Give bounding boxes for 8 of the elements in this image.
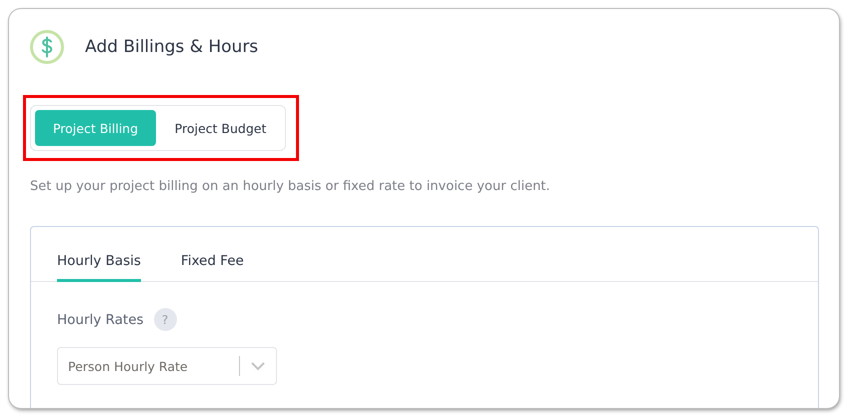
field-label: Hourly Rates — [57, 312, 144, 328]
tab[interactable]: Hourly Basis — [57, 253, 141, 282]
description-text: Set up your project billing on an hourly basis or fixed rate to invoice your client. — [29, 179, 552, 194]
rate-dropdown[interactable]: Person Hourly Rate — [57, 347, 277, 385]
tab[interactable]: Fixed Fee — [180, 253, 244, 282]
segment-button[interactable]: Project Budget — [160, 110, 281, 146]
dollar-icon — [29, 29, 65, 65]
dialog-title: Add Billings & Hours — [85, 37, 258, 57]
